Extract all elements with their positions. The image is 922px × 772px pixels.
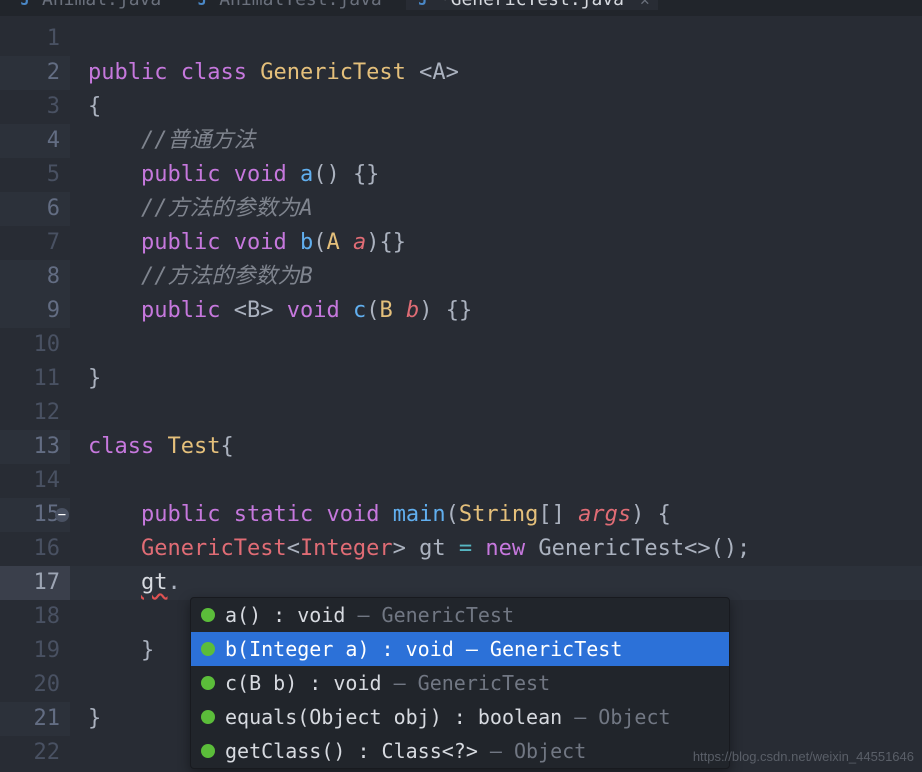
code-line: public <B> void c(B b) {} — [70, 294, 922, 328]
line-number: 13 — [0, 430, 70, 464]
line-number: 4 — [0, 124, 70, 158]
method-icon — [201, 642, 215, 656]
method-icon — [201, 710, 215, 724]
code-line: { — [70, 90, 922, 124]
autocomplete-popup: a() : void – GenericTest b(Integer a) : … — [190, 597, 730, 769]
java-icon: J — [414, 0, 432, 9]
code-line: //方法的参数为A — [70, 192, 922, 226]
line-number: 2 — [0, 56, 70, 90]
code-line-active: gt. — [70, 566, 922, 600]
line-number: 5 — [0, 158, 70, 192]
code-line: class Test{ — [70, 430, 922, 464]
code-line — [70, 464, 922, 498]
line-number: 22 — [0, 736, 70, 770]
line-number: 1 — [0, 22, 70, 56]
line-number: 11 — [0, 362, 70, 396]
tab-generictest[interactable]: J *GenericTest.java ✕ — [406, 0, 658, 10]
line-number: 10 — [0, 328, 70, 362]
line-number: 20 — [0, 668, 70, 702]
line-number: 14 — [0, 464, 70, 498]
autocomplete-item[interactable]: c(B b) : void – GenericTest — [191, 666, 729, 700]
java-icon: J — [193, 0, 211, 9]
line-number: 9 — [0, 294, 70, 328]
tab-label: *GenericTest.java — [440, 0, 624, 10]
code-line — [70, 396, 922, 430]
autocomplete-item[interactable]: equals(Object obj) : boolean – Object — [191, 700, 729, 734]
code-line: public class GenericTest <A> — [70, 56, 922, 90]
gutter: 1 2 3 4 5 6 7 8 9 10 11 12 13 14 15 16 1… — [0, 16, 70, 772]
autocomplete-item-selected[interactable]: b(Integer a) : void – GenericTest — [191, 632, 729, 666]
code-line: public void a() {} — [70, 158, 922, 192]
line-number: 3 — [0, 90, 70, 124]
line-number: 6 — [0, 192, 70, 226]
code-line: //普通方法 — [70, 124, 922, 158]
code-line — [70, 328, 922, 362]
method-icon — [201, 608, 215, 622]
code-line: //方法的参数为B — [70, 260, 922, 294]
tab-label: AnimalTest.java — [219, 0, 382, 10]
code-line: public void b(A a){} — [70, 226, 922, 260]
autocomplete-item[interactable]: a() : void – GenericTest — [191, 598, 729, 632]
fold-icon[interactable]: − — [55, 508, 69, 522]
method-icon — [201, 744, 215, 758]
java-icon: J — [16, 0, 34, 9]
watermark: https://blog.csdn.net/weixin_44551646 — [693, 749, 914, 764]
code-line: GenericTest<Integer> gt = new GenericTes… — [70, 532, 922, 566]
tab-animal[interactable]: J Animal.java — [8, 0, 169, 10]
line-number: 7 — [0, 226, 70, 260]
code-line: − public static void main(String[] args)… — [70, 498, 922, 532]
tab-animaltest[interactable]: J AnimalTest.java — [185, 0, 390, 10]
tab-bar: J Animal.java J AnimalTest.java J *Gener… — [0, 0, 922, 16]
autocomplete-item[interactable]: getClass() : Class<?> – Object — [191, 734, 729, 768]
code-line: } — [70, 362, 922, 396]
line-number: 18 — [0, 600, 70, 634]
method-icon — [201, 676, 215, 690]
line-number: 17 — [0, 566, 70, 600]
line-number: 21 — [0, 702, 70, 736]
line-number: 12 — [0, 396, 70, 430]
line-number: 19 — [0, 634, 70, 668]
line-number: 8 — [0, 260, 70, 294]
line-number: 16 — [0, 532, 70, 566]
close-icon[interactable]: ✕ — [640, 0, 650, 9]
tab-label: Animal.java — [42, 0, 161, 10]
code-line — [70, 22, 922, 56]
